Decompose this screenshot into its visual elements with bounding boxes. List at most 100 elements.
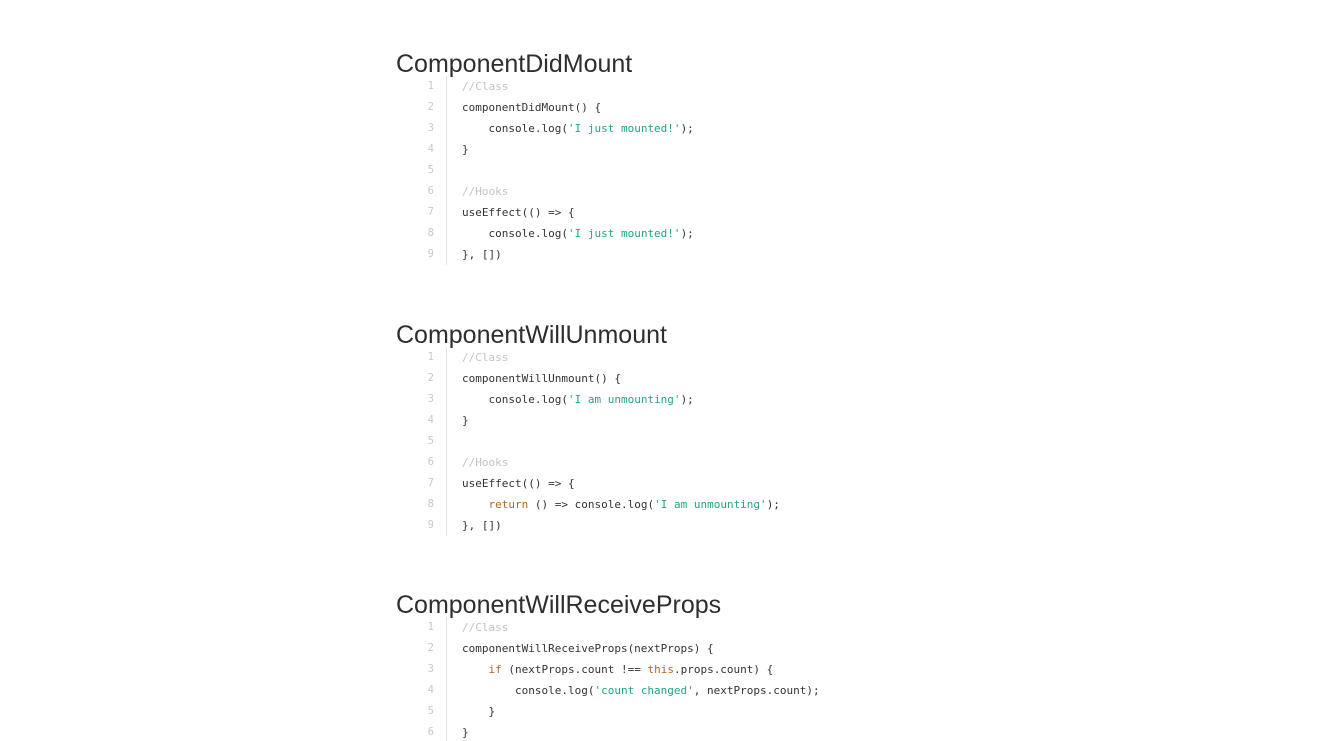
section-title: ComponentWillUnmount: [396, 321, 667, 349]
code-token-string: 'I just mounted!': [567, 227, 681, 240]
gutter-divider: [446, 638, 447, 659]
line-code: //Hooks: [462, 181, 508, 202]
code-token-plain: }: [462, 726, 469, 739]
line-number: 5: [427, 435, 434, 447]
line-code: }: [462, 410, 469, 431]
code-token-plain: componentWillUnmount() {: [462, 372, 621, 385]
line-number: 8: [427, 498, 434, 510]
code-line: 5: [396, 160, 996, 181]
code-token-comment: //Hooks: [462, 456, 509, 469]
line-code: useEffect(() => {: [462, 473, 575, 494]
code-line: 6}: [396, 722, 996, 741]
line-number: 2: [427, 372, 434, 384]
line-number: 4: [427, 143, 434, 155]
line-code: componentDidMount() {: [462, 97, 601, 118]
line-number: 5: [427, 164, 434, 176]
line-number: 7: [427, 477, 434, 489]
code-line: 3 console.log('I am unmounting');: [396, 389, 996, 410]
code-line: 6 //Hooks: [396, 181, 996, 202]
code-token-comment: //Class: [462, 621, 509, 634]
section-component-did-mount: ComponentDidMount 1 //Class 2 componentDidM…: [396, 49, 996, 265]
line-code: //Hooks: [462, 452, 508, 473]
line-number: 9: [427, 248, 434, 260]
code-token-plain: }: [462, 414, 469, 427]
line-code: console.log('I am unmounting');: [462, 389, 694, 410]
line-number: 5: [427, 705, 434, 717]
line-code: }: [462, 139, 469, 160]
code-token-string: 'I am unmounting': [567, 393, 681, 406]
code-line: 7 useEffect(() => {: [396, 202, 996, 223]
gutter-divider: [446, 431, 447, 452]
code-token-string: 'I am unmounting': [654, 498, 767, 511]
code-line: 1 //Class: [396, 617, 996, 638]
code-token-plain: useEffect(() => {: [462, 477, 575, 490]
code-line: 6 //Hooks: [396, 452, 996, 473]
code-token-plain: console.log(: [462, 122, 568, 135]
code-token-plain: () => console.log(: [528, 498, 655, 511]
line-number: 9: [427, 519, 434, 531]
line-code: if (nextProps.count !== this.props.count…: [462, 659, 774, 680]
code-line: 1 //Class: [396, 347, 996, 368]
code-line: 8 console.log('I just mounted!');: [396, 223, 996, 244]
line-code: }: [462, 701, 495, 722]
code-token-plain: , nextProps.count);: [693, 684, 820, 697]
section-component-will-receive-props: ComponentWillReceiveProps 1 //Class 2 compo…: [396, 590, 996, 741]
line-number: 4: [427, 684, 434, 696]
line-code: componentWillUnmount() {: [462, 368, 621, 389]
code-line: 3 if (nextProps.count !== this.props.cou…: [396, 659, 996, 680]
code-line: 3 console.log('I just mounted!');: [396, 118, 996, 139]
line-code: return () => console.log('I am unmountin…: [462, 494, 780, 515]
code-token-comment: //Class: [462, 80, 509, 93]
gutter-divider: [446, 181, 447, 202]
line-number: 1: [427, 621, 434, 633]
code-token-keyword: this: [647, 663, 674, 676]
gutter-divider: [446, 223, 447, 244]
line-number: 6: [427, 456, 434, 468]
code-token-plain: console.log(: [462, 227, 568, 240]
code-line: 7 useEffect(() => {: [396, 473, 996, 494]
code-token-plain: .props.count) {: [673, 663, 774, 676]
code-token-plain: );: [766, 498, 780, 511]
line-number: 8: [427, 227, 434, 239]
line-code: //Class: [462, 76, 508, 97]
line-number: 2: [427, 101, 434, 113]
code-token-plain: console.log(: [462, 684, 595, 697]
gutter-divider: [446, 139, 447, 160]
line-number: 3: [427, 122, 434, 134]
code-token-plain: }, []): [462, 248, 502, 261]
code-token-plain: componentDidMount() {: [462, 101, 602, 114]
code-token-plain: );: [680, 122, 694, 135]
code-line: 2 componentWillUnmount() {: [396, 368, 996, 389]
code-line: 5: [396, 431, 996, 452]
section-title: ComponentWillReceiveProps: [396, 591, 722, 619]
code-line: 9 }, []): [396, 515, 996, 536]
gutter-divider: [446, 452, 447, 473]
code-line: 4}: [396, 139, 996, 160]
code-token-plain: );: [680, 393, 694, 406]
code-block: 1 //Class 2 componentDidMount() { 3 console.…: [396, 76, 996, 265]
line-number: 2: [427, 642, 434, 654]
gutter-divider: [446, 515, 447, 536]
line-code: useEffect(() => {: [462, 202, 575, 223]
gutter-divider: [446, 494, 447, 515]
line-code: }: [462, 722, 469, 741]
line-code: }, []): [462, 515, 502, 536]
section-title: ComponentDidMount: [396, 50, 633, 78]
code-line: 2 componentWillReceiveProps(nextProps) {: [396, 638, 996, 659]
gutter-divider: [446, 680, 447, 701]
gutter-divider: [446, 97, 447, 118]
code-token-string: 'count changed': [594, 684, 694, 697]
gutter-divider: [446, 410, 447, 431]
code-block: 1 //Class 2 componentWillUnmount() { 3 conso…: [396, 347, 996, 536]
code-token-plain: useEffect(() => {: [462, 206, 575, 219]
line-number: 3: [427, 393, 434, 405]
code-token-plain: }, []): [462, 519, 502, 532]
line-number: 3: [427, 663, 434, 675]
line-code: console.log('count changed', nextProps.c…: [462, 680, 820, 701]
code-token-plain: );: [680, 227, 694, 240]
line-number: 1: [427, 80, 434, 92]
line-code: console.log('I just mounted!');: [462, 223, 694, 244]
article-page: ComponentDidMount 1 //Class 2 componentDidM…: [0, 0, 1341, 741]
